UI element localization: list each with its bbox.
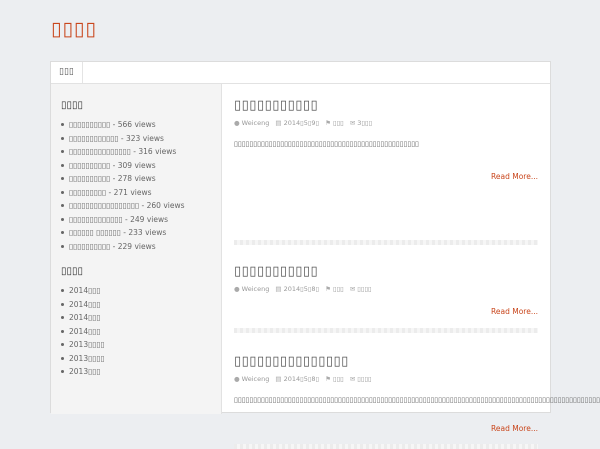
calendar-icon: ▤ [275,285,282,293]
popular-widget-title: ▯▯▯▯ [61,100,84,111]
popular-post-link[interactable]: ▯▯▯▯▯▯▯▯▯▯▯▯ - 323 views [61,132,185,146]
post-excerpt: ▯▯▯▯▯▯▯▯▯▯▯▯▯▯▯▯▯▯▯▯▯▯▯▯▯▯▯▯▯▯▯▯▯▯▯▯▯▯▯▯… [234,396,600,404]
popular-post-link[interactable]: ▯▯▯▯▯▯▯▯▯ - 271 views [61,186,185,200]
post-meta: ● Weiceng ▤ 2014▯5▯8▯ ⚑ ▯▯▯ ✉ ▯▯▯▯ [234,375,538,383]
archive-link[interactable]: 2014▯▯▯ [61,311,105,325]
archive-link[interactable]: 2013▯▯▯ [61,365,105,379]
post-date: 2014▯5▯8▯ [283,375,320,383]
post-meta: ● Weiceng ▤ 2014▯5▯9▯ ⚑ ▯▯▯ ✉ 3▯▯▯ [234,119,538,127]
post-category[interactable]: ▯▯▯ [333,119,344,127]
post-excerpt: ▯▯▯▯▯▯▯▯▯▯▯▯▯▯▯▯▯▯▯▯▯▯▯▯▯▯▯▯▯▯▯▯▯▯▯▯▯▯▯▯… [234,140,419,148]
archives-widget-title: ▯▯▯▯ [61,266,84,277]
read-more-link[interactable]: Read More... [491,307,538,316]
popular-post-link[interactable]: ▯▯▯▯▯▯▯▯▯▯ - 229 views [61,240,185,254]
user-icon: ● [234,285,240,293]
archive-link[interactable]: 2014▯▯▯ [61,284,105,298]
post-comments[interactable]: ▯▯▯▯ [357,285,371,293]
post-date: 2014▯5▯8▯ [283,285,320,293]
popular-post-link[interactable]: ▯▯▯▯▯▯▯▯▯▯ - 309 views [61,159,185,173]
post-meta: ● Weiceng ▤ 2014▯5▯8▯ ⚑ ▯▯▯ ✉ ▯▯▯▯ [234,285,538,293]
post-author[interactable]: Weiceng [242,375,270,383]
comment-icon: ✉ [349,285,356,293]
post-author[interactable]: Weiceng [242,285,270,293]
tag-icon: ⚑ [325,375,332,383]
archive-link[interactable]: 2014▯▯▯ [61,325,105,339]
calendar-icon: ▤ [275,119,282,127]
user-icon: ● [234,119,240,127]
tag-icon: ⚑ [325,119,332,127]
read-more-link[interactable]: Read More... [491,172,538,181]
archive-link[interactable]: 2014▯▯▯ [61,298,105,312]
archives-list: 2014▯▯▯ 2014▯▯▯ 2014▯▯▯ 2014▯▯▯ 2013▯▯▯▯… [61,284,105,379]
nav-item-home[interactable]: ▯▯▯ [51,62,83,83]
post: ▯▯▯▯▯▯▯▯▯▯▯ ● Weiceng ▤ 2014▯5▯8▯ ⚑ ▯▯▯ ✉ ▯▯… [234,264,538,316]
popular-post-link[interactable]: ▯▯▯▯▯▯▯▯▯▯▯▯▯ - 249 views [61,213,185,227]
archive-link[interactable]: 2013▯▯▯▯ [61,338,105,352]
user-icon: ● [234,375,240,383]
comment-icon: ✉ [349,119,356,127]
post-divider [234,444,538,449]
post-category[interactable]: ▯▯▯ [333,375,344,383]
post-comments[interactable]: ▯▯▯▯ [357,375,371,383]
page-container: ▯▯▯ ▯▯▯▯ ▯▯▯▯▯▯▯▯▯▯ - 566 views ▯▯▯▯▯▯▯▯… [50,61,600,449]
post-title[interactable]: ▯▯▯▯▯▯▯▯▯▯▯ [234,264,538,279]
post-comments[interactable]: 3▯▯▯ [357,119,372,127]
calendar-icon: ▤ [275,375,282,383]
popular-post-link[interactable]: ▯▯▯▯▯▯▯▯▯▯▯▯▯▯▯ - 316 views [61,145,185,159]
popular-post-link[interactable]: ▯▯▯▯▯▯ ▯▯▯▯▯▯ - 233 views [61,226,185,240]
post-divider [234,328,538,333]
popular-post-link[interactable]: ▯▯▯▯▯▯▯▯▯▯ - 278 views [61,172,185,186]
comment-icon: ✉ [349,375,356,383]
archive-link[interactable]: 2013▯▯▯▯ [61,352,105,366]
post: ▯▯▯▯▯▯▯▯▯▯▯▯▯▯▯ ● Weiceng ▤ 2014▯5▯8▯ ⚑ ▯▯▯… [234,354,600,433]
post-category[interactable]: ▯▯▯ [333,285,344,293]
top-nav: ▯▯▯ [51,62,550,84]
post-date: 2014▯5▯9▯ [283,119,320,127]
popular-post-link[interactable]: ▯▯▯▯▯▯▯▯▯▯ - 566 views [61,118,185,132]
popular-posts-list: ▯▯▯▯▯▯▯▯▯▯ - 566 views ▯▯▯▯▯▯▯▯▯▯▯▯ - 32… [61,118,185,253]
sidebar: ▯▯▯▯ ▯▯▯▯▯▯▯▯▯▯ - 566 views ▯▯▯▯▯▯▯▯▯▯▯▯… [51,84,222,414]
site-title[interactable]: ▯▯▯▯ [51,18,97,40]
popular-post-link[interactable]: ▯▯▯▯▯▯▯▯▯▯▯▯▯▯▯▯▯ - 260 views [61,199,185,213]
post-divider [234,240,538,245]
post-title[interactable]: ▯▯▯▯▯▯▯▯▯▯▯▯▯▯▯ [234,354,538,369]
read-more-link[interactable]: Read More... [491,424,538,433]
tag-icon: ⚑ [325,285,332,293]
post: ▯▯▯▯▯▯▯▯▯▯▯ ● Weiceng ▤ 2014▯5▯9▯ ⚑ ▯▯▯ ✉ 3▯… [234,98,538,181]
post-title[interactable]: ▯▯▯▯▯▯▯▯▯▯▯ [234,98,538,113]
post-author[interactable]: Weiceng [242,119,270,127]
